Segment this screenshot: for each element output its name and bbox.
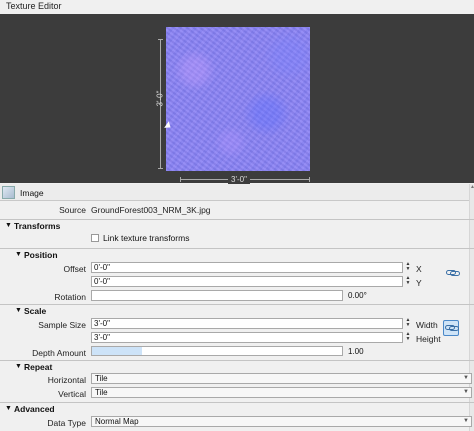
depth-amount-fill [92,347,142,355]
collapse-triangle-icon: ▼ [15,251,22,258]
collapse-triangle-icon: ▼ [5,222,12,229]
scale-section-header[interactable]: ▼ Scale [0,304,474,317]
horizontal-repeat-select[interactable]: Tile ▼ [91,373,472,384]
sample-height-spinner[interactable]: ▲ ▼ [404,332,412,343]
chevron-down-icon: ▼ [463,375,469,381]
image-tab[interactable]: Image [0,184,469,201]
vertical-repeat-select[interactable]: Tile ▼ [91,387,472,398]
offset-y-input[interactable]: 0'-0" [91,276,403,287]
width-dimension-label: 3'-0" [228,175,250,184]
chevron-down-icon: ▼ [463,389,469,395]
image-icon [2,186,15,199]
width-label: Width [416,320,438,330]
offset-x-input[interactable]: 0'-0" [91,262,403,273]
source-value: GroundForest003_NRM_3K.jpg [91,205,211,215]
rotation-value[interactable]: 0.00° [345,290,403,301]
vertical-label: Vertical [58,389,86,399]
window-title: Texture Editor [6,1,62,11]
depth-amount-label: Depth Amount [32,348,86,358]
offset-y-spinner[interactable]: ▲ ▼ [404,276,412,287]
data-type-value: Normal Map [95,417,139,426]
link-texture-transforms-checkbox[interactable] [91,234,99,242]
transforms-section-header[interactable]: ▼ Transforms [0,219,474,232]
height-label: Height [416,334,441,344]
horizontal-label: Horizontal [47,375,86,385]
data-type-label: Data Type [47,418,86,428]
rotation-label: Rotation [54,292,86,302]
texture-image [166,27,310,171]
advanced-section-header[interactable]: ▼ Advanced [0,402,474,415]
data-type-select[interactable]: Normal Map ▼ [91,416,472,427]
depth-amount-value[interactable]: 1.00 [345,346,403,357]
scroll-up-icon[interactable]: ▲ [470,184,474,190]
sample-height-input[interactable]: 3'-0" [91,332,403,343]
sample-width-input[interactable]: 3'-0" [91,318,403,329]
height-dimension-label: 3'-0" [155,90,165,107]
vertical-repeat-value: Tile [95,388,108,397]
chain-link-icon [449,326,459,331]
position-title: Position [24,250,58,260]
sample-size-label: Sample Size [38,320,86,330]
y-axis-label: Y [416,278,422,288]
depth-amount-slider[interactable] [91,346,343,356]
x-axis-label: X [416,264,422,274]
collapse-triangle-icon: ▼ [5,405,12,412]
offset-x-spinner[interactable]: ▲ ▼ [404,262,412,273]
position-section-header[interactable]: ▼ Position [0,248,474,261]
chain-link-icon [450,271,460,276]
collapse-triangle-icon: ▼ [15,363,22,370]
offset-label: Offset [63,264,86,274]
texture-preview[interactable]: 3'-0" 3'-0" [0,14,474,184]
image-tab-label: Image [20,188,44,198]
link-texture-transforms-label: Link texture transforms [103,233,190,243]
source-label: Source [59,205,86,215]
link-scale-button[interactable] [443,320,459,336]
scale-title: Scale [24,306,47,316]
rotation-slider[interactable] [91,290,343,301]
collapse-triangle-icon: ▼ [15,307,22,314]
title-bar: Texture Editor [0,0,474,14]
link-offset-icon[interactable] [446,270,460,277]
sample-width-spinner[interactable]: ▲ ▼ [404,318,412,329]
advanced-title: Advanced [14,404,55,414]
chevron-down-icon: ▼ [463,418,469,424]
transforms-title: Transforms [14,221,61,231]
repeat-section-header[interactable]: ▼ Repeat [0,360,474,373]
horizontal-repeat-value: Tile [95,374,108,383]
repeat-title: Repeat [24,362,53,372]
